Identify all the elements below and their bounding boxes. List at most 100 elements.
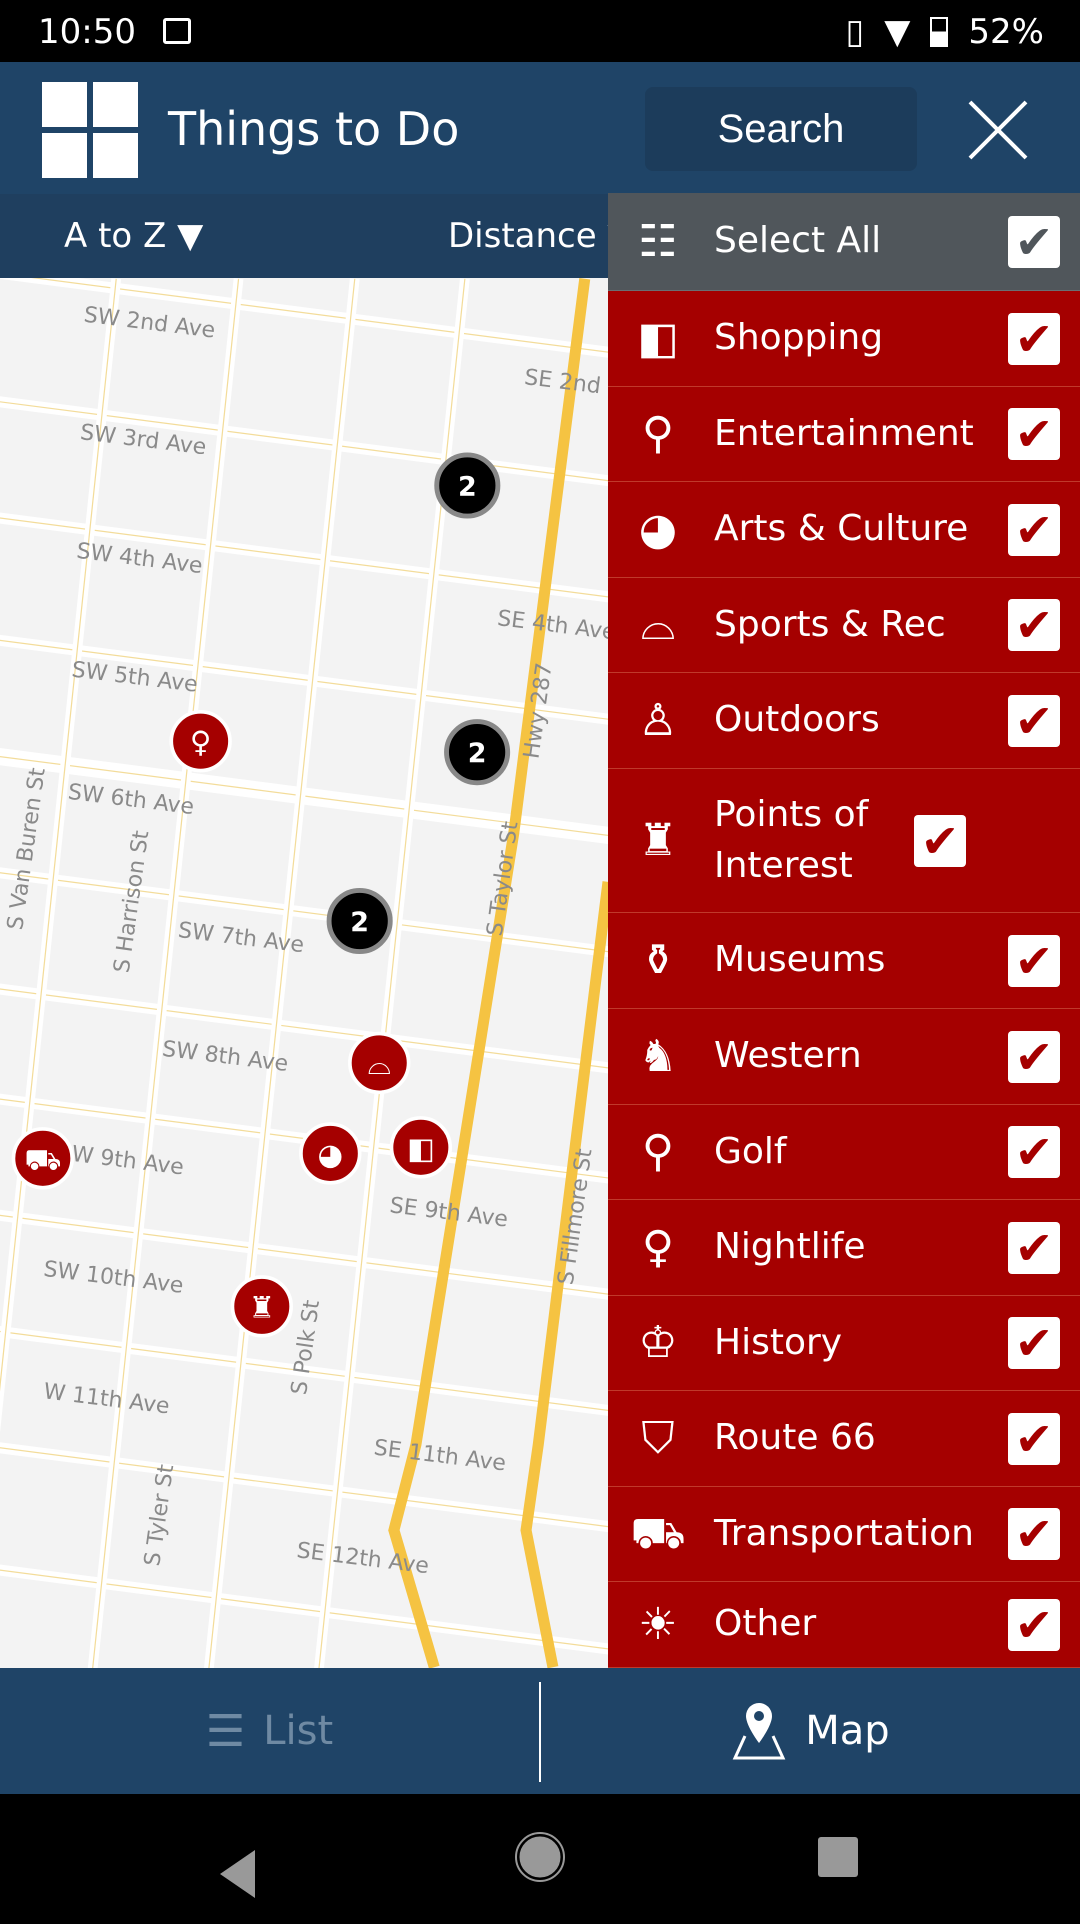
tab-map-label: Map (805, 1708, 890, 1754)
sports-icon: ⌓ (368, 1047, 391, 1081)
category-checkbox[interactable]: ✔ (1008, 1412, 1060, 1465)
category-label: Select All (714, 220, 882, 262)
select-all-row[interactable]: ☷ Select All ✔ (608, 193, 1080, 291)
category-checkbox[interactable]: ✔ (1008, 1126, 1060, 1178)
sort-a-to-z[interactable]: A to Z ▼ (64, 216, 203, 256)
category-row-sports-rec[interactable]: ⌓ Sports & Rec ✔ (608, 578, 1080, 673)
list-icon: ☰ (205, 1705, 246, 1757)
category-checkbox[interactable]: ✔ (1008, 1030, 1060, 1083)
palette-icon: ◕ (638, 503, 678, 555)
cluster-count: 2 (468, 738, 487, 769)
street-label: S Taylor St (483, 819, 524, 937)
wifi-icon: ▼ (884, 12, 911, 52)
cluster-count: 2 (458, 471, 477, 502)
battery-icon (930, 17, 949, 47)
category-checkbox[interactable]: ✔ (1008, 312, 1060, 365)
category-row-transportation[interactable]: ⛟ Transportation ✔ (608, 1487, 1080, 1582)
shopping-icon: ◧ (407, 1131, 435, 1165)
category-label: Other (714, 1603, 817, 1645)
tab-map[interactable]: Map (541, 1668, 1080, 1794)
battery-percent: 52% (968, 12, 1044, 52)
category-label: History (714, 1321, 843, 1363)
points-of-interest-icon: ♜ (249, 1290, 275, 1324)
category-checkbox[interactable]: ✔ (1008, 694, 1060, 747)
category-checkbox[interactable]: ✔ (1008, 1598, 1060, 1651)
car-icon: ⛟ (630, 1508, 686, 1559)
category-checkbox[interactable]: ✔ (1008, 599, 1060, 651)
golf-icon: ⚲ (641, 1126, 675, 1177)
search-button[interactable]: Search (645, 87, 917, 171)
shopping-bag-icon: ◧ (637, 312, 679, 364)
category-label: Golf (714, 1130, 787, 1172)
category-row-other[interactable]: ☀ Other ✔ (608, 1582, 1080, 1668)
category-label: Shopping (714, 317, 884, 359)
map-pin-icon (732, 1703, 786, 1760)
category-row-western[interactable]: ♞ Western ✔ (608, 1009, 1080, 1105)
street-label: SE 12th Ave (295, 1538, 430, 1579)
street-label: S Harrison St (110, 829, 155, 975)
bottom-tab-bar: ☰ List Map (0, 1668, 1080, 1794)
category-checkbox[interactable]: ✔ (1008, 1508, 1060, 1560)
category-checkbox[interactable]: ✔ (1008, 934, 1060, 987)
route66-icon: ⛉ (641, 1412, 675, 1464)
urn-icon: ⚱ (639, 934, 677, 986)
nightlife-icon: ♀ (190, 725, 212, 759)
category-label: Museums (714, 939, 886, 981)
back-icon[interactable] (220, 1850, 255, 1898)
category-checkbox[interactable]: ✔ (914, 814, 966, 867)
vibrate-icon: ▯ (845, 12, 865, 52)
cluster-count: 2 (350, 907, 369, 938)
list-edit-icon: ☷ (638, 215, 678, 267)
close-icon[interactable] (968, 100, 1028, 160)
tab-list[interactable]: ☰ List (0, 1668, 539, 1794)
top-hat-icon: ♔ (638, 1317, 678, 1368)
tab-list-label: List (263, 1708, 334, 1754)
category-row-points-of-interest[interactable]: ♜ Points of Interest ✔ (608, 769, 1080, 913)
category-row-museums[interactable]: ⚱ Museums ✔ (608, 913, 1080, 1009)
category-checkbox[interactable]: ✔ (1008, 1317, 1060, 1369)
sort-distance[interactable]: Distance ▼ (448, 216, 634, 256)
category-label: Transportation (714, 1512, 974, 1554)
category-row-route-66[interactable]: ⛉ Route 66 ✔ (608, 1391, 1080, 1487)
status-bar: 10:50 ▯ ▼ 52% (0, 0, 1080, 62)
street-label: SE 4th Ave (496, 606, 608, 645)
image-notification-icon (163, 18, 191, 44)
bronco-icon: ♞ (638, 1030, 678, 1082)
category-checkbox[interactable]: ✔ (1008, 408, 1060, 460)
category-row-history[interactable]: ♔ History ✔ (608, 1296, 1080, 1391)
category-row-outdoors[interactable]: ♙ Outdoors ✔ (608, 673, 1080, 769)
menu-grid-icon[interactable] (42, 82, 138, 178)
page-title: Things to Do (168, 102, 460, 156)
category-row-shopping[interactable]: ◧ Shopping ✔ (608, 291, 1080, 387)
category-checkbox[interactable]: ✔ (1008, 1221, 1060, 1274)
category-label: Nightlife (714, 1226, 866, 1268)
category-label: Entertainment (714, 412, 974, 454)
category-checkbox[interactable]: ✔ (1008, 215, 1060, 268)
street-label: SE 11th Ave (372, 1436, 507, 1477)
recents-icon[interactable] (818, 1837, 858, 1877)
category-checkbox[interactable]: ✔ (1008, 503, 1060, 556)
category-label: Sports & Rec (714, 603, 946, 645)
transportation-icon: ⛟ (24, 1142, 61, 1176)
category-row-golf[interactable]: ⚲ Golf ✔ (608, 1105, 1080, 1200)
street-label: S Tyler St (140, 1463, 179, 1568)
map-canvas[interactable]: SW 2nd AveSE 2ndSW 3rd AveSW 4th AveSE 4… (0, 278, 608, 1668)
street-label: W 11th Ave (42, 1379, 171, 1419)
landmark-icon: ♜ (638, 814, 678, 866)
stage-icon: ⚲ (641, 408, 675, 459)
map-view[interactable]: SW 2nd Ave SE 2nd SW 3rd Ave SW 4th Ave SE 4… (0, 278, 608, 1668)
street-label: SW 2nd Ave (82, 303, 216, 344)
home-icon[interactable] (516, 1833, 564, 1881)
street-label: SE 2nd (523, 365, 602, 399)
hiker-icon: ♙ (638, 694, 678, 746)
category-label: Outdoors (714, 699, 880, 741)
clock: 10:50 (38, 12, 136, 52)
category-label: Route 66 (714, 1417, 876, 1459)
lightbulb-icon: ☀ (638, 1598, 678, 1650)
category-row-arts-culture[interactable]: ◕ Arts & Culture ✔ (608, 482, 1080, 578)
street-label: W 9th Ave (70, 1142, 185, 1181)
category-row-nightlife[interactable]: ♀ Nightlife ✔ (608, 1200, 1080, 1296)
category-label: Arts & Culture (714, 508, 969, 550)
category-row-entertainment[interactable]: ⚲ Entertainment ✔ (608, 387, 1080, 482)
android-nav-bar (0, 1794, 1080, 1920)
